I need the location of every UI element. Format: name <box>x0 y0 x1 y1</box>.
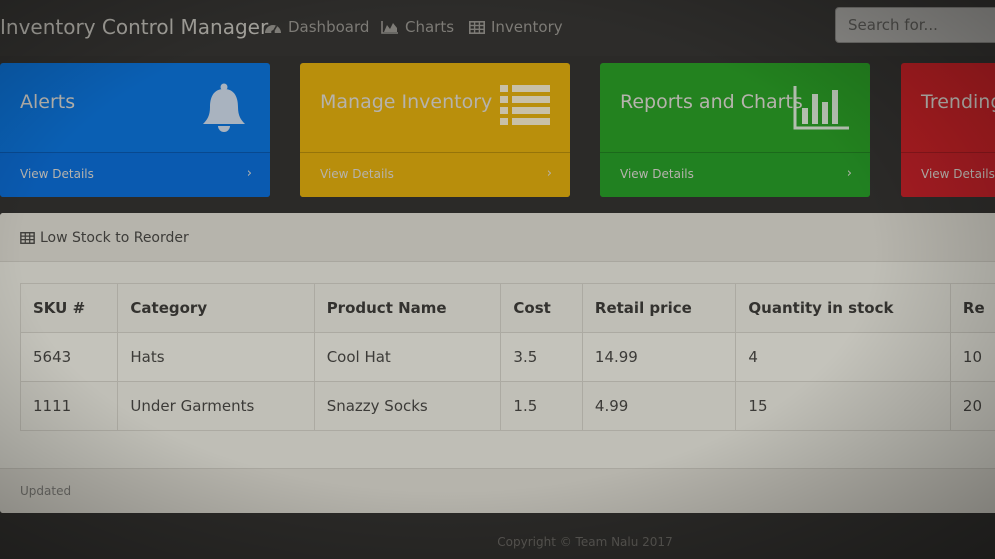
card-trending-title: Trending <box>921 91 995 113</box>
copyright-text: Copyright © Team Nalu 2017 <box>497 535 673 549</box>
view-details-link[interactable]: View Details <box>320 167 394 181</box>
card-manage-inventory: Manage Inventory View Details › <box>300 63 570 197</box>
view-details-link[interactable]: View Details <box>620 167 694 181</box>
cell-retail-price: 14.99 <box>581 332 737 382</box>
column-header-retail-price[interactable]: Retail price <box>581 283 737 333</box>
nav-link-charts[interactable]: Charts <box>381 18 454 36</box>
chevron-right-icon: › <box>246 166 252 181</box>
low-stock-panel: Low Stock to Reorder SKU # Category Prod… <box>0 213 995 513</box>
cell-quantity: 4 <box>735 332 951 382</box>
column-header-cost[interactable]: Cost <box>500 283 583 333</box>
area-chart-icon <box>381 21 398 34</box>
low-stock-table: SKU # Category Product Name Cost Retail … <box>19 283 995 431</box>
view-details-link[interactable]: View Details <box>921 167 995 181</box>
cell-cost: 1.5 <box>500 381 583 431</box>
panel-title-label: Low Stock to Reorder <box>40 230 189 246</box>
updated-label: Updated <box>20 484 72 498</box>
panel-heading: Low Stock to Reorder <box>0 213 995 262</box>
cell-category: Under Garments <box>117 381 315 431</box>
dashboard-icon <box>265 25 281 34</box>
cell-sku: 1111 <box>19 381 119 431</box>
nav-link-dashboard-label: Dashboard <box>288 18 370 36</box>
column-header-sku[interactable]: SKU # <box>19 283 119 333</box>
card-alerts: Alerts View Details › <box>0 63 270 197</box>
table-header-row: SKU # Category Product Name Cost Retail … <box>19 283 995 333</box>
panel-title: Low Stock to Reorder <box>20 230 189 246</box>
table-icon <box>20 232 35 244</box>
cell-sku: 5643 <box>19 332 119 382</box>
cell-category: Hats <box>117 332 315 382</box>
cell-quantity: 15 <box>735 381 951 431</box>
nav-link-charts-label: Charts <box>405 18 455 36</box>
table-row[interactable]: 5643 Hats Cool Hat 3.5 14.99 4 10 <box>19 332 995 382</box>
card-manage-inventory-title: Manage Inventory <box>320 91 493 113</box>
column-header-quantity[interactable]: Quantity in stock <box>735 283 951 333</box>
page: Inventory Control Manager Dashboard Char… <box>0 0 995 559</box>
top-navbar: Inventory Control Manager Dashboard Char… <box>0 0 995 56</box>
column-header-product-name[interactable]: Product Name <box>313 283 502 333</box>
list-icon <box>500 85 550 125</box>
card-trending: Trending View Details <box>901 63 995 197</box>
cell-reorder: 20 <box>949 381 995 431</box>
card-trending-footer[interactable]: View Details <box>901 152 995 197</box>
cell-cost: 3.5 <box>500 332 583 382</box>
cell-product-name: Snazzy Socks <box>313 381 502 431</box>
card-alerts-footer[interactable]: View Details › <box>0 152 270 197</box>
bar-chart-icon <box>793 86 849 130</box>
card-manage-inventory-footer[interactable]: View Details › <box>300 152 570 197</box>
card-alerts-title: Alerts <box>20 91 76 113</box>
search-input[interactable] <box>835 7 995 43</box>
card-reports-charts-footer[interactable]: View Details › <box>600 152 870 197</box>
chevron-right-icon: › <box>846 166 852 181</box>
card-reports-charts-title: Reports and Charts <box>620 91 803 113</box>
table-row[interactable]: 1111 Under Garments Snazzy Socks 1.5 4.9… <box>19 381 995 431</box>
cell-reorder: 10 <box>949 332 995 382</box>
column-header-category[interactable]: Category <box>117 283 315 333</box>
brand-title[interactable]: Inventory Control Manager <box>0 15 268 39</box>
cell-product-name: Cool Hat <box>313 332 502 382</box>
column-header-reorder[interactable]: Re <box>949 283 995 333</box>
view-details-link[interactable]: View Details <box>20 167 94 181</box>
chevron-right-icon: › <box>546 166 552 181</box>
panel-footer: Updated <box>0 468 995 513</box>
table-icon <box>469 20 485 34</box>
bell-icon <box>203 83 245 132</box>
nav-link-dashboard[interactable]: Dashboard <box>264 18 369 36</box>
nav-link-inventory-label: Inventory <box>491 18 563 36</box>
card-reports-charts: Reports and Charts View Details › <box>600 63 870 197</box>
cell-retail-price: 4.99 <box>581 381 737 431</box>
nav-link-inventory[interactable]: Inventory <box>469 18 563 36</box>
